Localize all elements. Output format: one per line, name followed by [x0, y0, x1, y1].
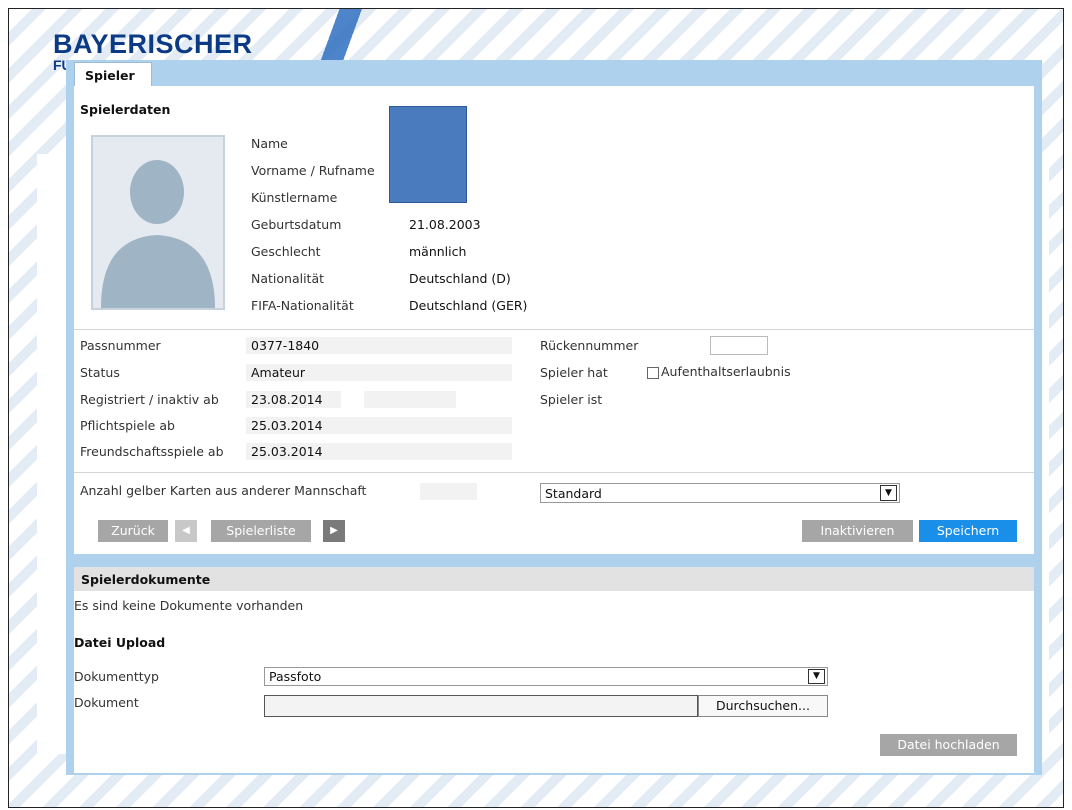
file-path-input[interactable] [264, 695, 698, 717]
label-gelbe-karten: Anzahl gelber Karten aus anderer Mannsch… [80, 483, 367, 498]
standard-select-value: Standard [545, 486, 602, 501]
label-nationalitaet: Nationalität [251, 271, 325, 286]
player-panel: Spieler Spielerdaten Name Vorname / Rufn… [66, 60, 1042, 560]
label-rueckennummer: Rückennummer [540, 338, 639, 353]
label-passnummer: Passnummer [80, 338, 161, 353]
label-status: Status [80, 365, 120, 380]
value-registriert: 23.08.2014 [251, 392, 323, 407]
label-pflichtspiele: Pflichtspiele ab [80, 418, 175, 433]
rueckennummer-input[interactable] [710, 336, 768, 355]
inaktiv-field [364, 391, 456, 408]
browse-button[interactable]: Durchsuchen... [698, 695, 828, 717]
divider [74, 472, 1034, 473]
value-status: Amateur [251, 365, 306, 380]
person-silhouette-icon [101, 160, 215, 308]
value-geschlecht: männlich [409, 244, 467, 259]
value-geburtsdatum: 21.08.2003 [409, 217, 481, 232]
section-title-spielerdaten: Spielerdaten [80, 102, 171, 117]
player-photo-placeholder [91, 135, 225, 310]
label-vorname: Vorname / Rufname [251, 163, 375, 178]
gelbe-karten-field [420, 483, 477, 500]
divider [74, 329, 1034, 330]
label-freundschaftsspiele: Freundschaftsspiele ab [80, 444, 224, 459]
label-spieler-hat: Spieler hat [540, 365, 608, 380]
value-pflichtspiele: 25.03.2014 [251, 418, 323, 433]
documents-header: Spielerdokumente [74, 567, 1034, 591]
chevron-down-icon: ▼ [880, 485, 897, 501]
label-spieler-ist: Spieler ist [540, 392, 603, 407]
player-list-button[interactable]: Spielerliste [211, 520, 311, 542]
back-button[interactable]: Zurück [98, 520, 168, 542]
label-fifa-nationalitaet: FIFA-Nationalität [251, 298, 354, 313]
redacted-name-block [389, 106, 467, 203]
bfv-logo: BAYERISCHER [53, 29, 253, 59]
label-name: Name [251, 136, 288, 151]
upload-button[interactable]: Datei hochladen [880, 734, 1017, 756]
label-dokumenttyp: Dokumenttyp [74, 669, 159, 684]
standard-select[interactable]: Standard ▼ [540, 483, 900, 503]
next-arrow-icon[interactable]: ▶ [323, 520, 345, 542]
label-geschlecht: Geschlecht [251, 244, 321, 259]
label-dokument: Dokument [74, 695, 139, 710]
value-nationalitaet: Deutschland (D) [409, 271, 511, 286]
screenshot-frame: BAYERISCHER FU Spieler Spielerdaten Name… [8, 8, 1064, 808]
deactivate-button[interactable]: Inaktivieren [802, 520, 913, 542]
prev-arrow-icon[interactable]: ◀ [175, 520, 197, 542]
aufenthaltserlaubnis-checkbox[interactable] [647, 367, 659, 379]
no-documents-text: Es sind keine Dokumente vorhanden [74, 598, 304, 613]
value-fifa-nationalitaet: Deutschland (GER) [409, 298, 528, 313]
documents-panel-content: Spielerdokumente Es sind keine Dokumente… [74, 567, 1034, 773]
doc-type-select[interactable]: Passfoto ▼ [264, 667, 828, 686]
label-aufenthaltserlaubnis: Aufenthaltserlaubnis [661, 364, 791, 379]
chevron-down-icon: ▼ [808, 669, 825, 684]
tab-spieler[interactable]: Spieler [74, 62, 152, 88]
save-button[interactable]: Speichern [919, 520, 1017, 542]
documents-panel: Spielerdokumente Es sind keine Dokumente… [66, 560, 1042, 775]
label-kuenstlername: Künstlername [251, 190, 338, 205]
label-registriert: Registriert / inaktiv ab [80, 392, 219, 407]
upload-title: Datei Upload [74, 635, 166, 650]
player-panel-content: Spielerdaten Name Vorname / Rufname Küns… [74, 86, 1034, 554]
value-passnummer: 0377-1840 [251, 338, 320, 353]
doc-type-select-value: Passfoto [269, 669, 322, 684]
label-geburtsdatum: Geburtsdatum [251, 217, 342, 232]
value-freundschaftsspiele: 25.03.2014 [251, 444, 323, 459]
